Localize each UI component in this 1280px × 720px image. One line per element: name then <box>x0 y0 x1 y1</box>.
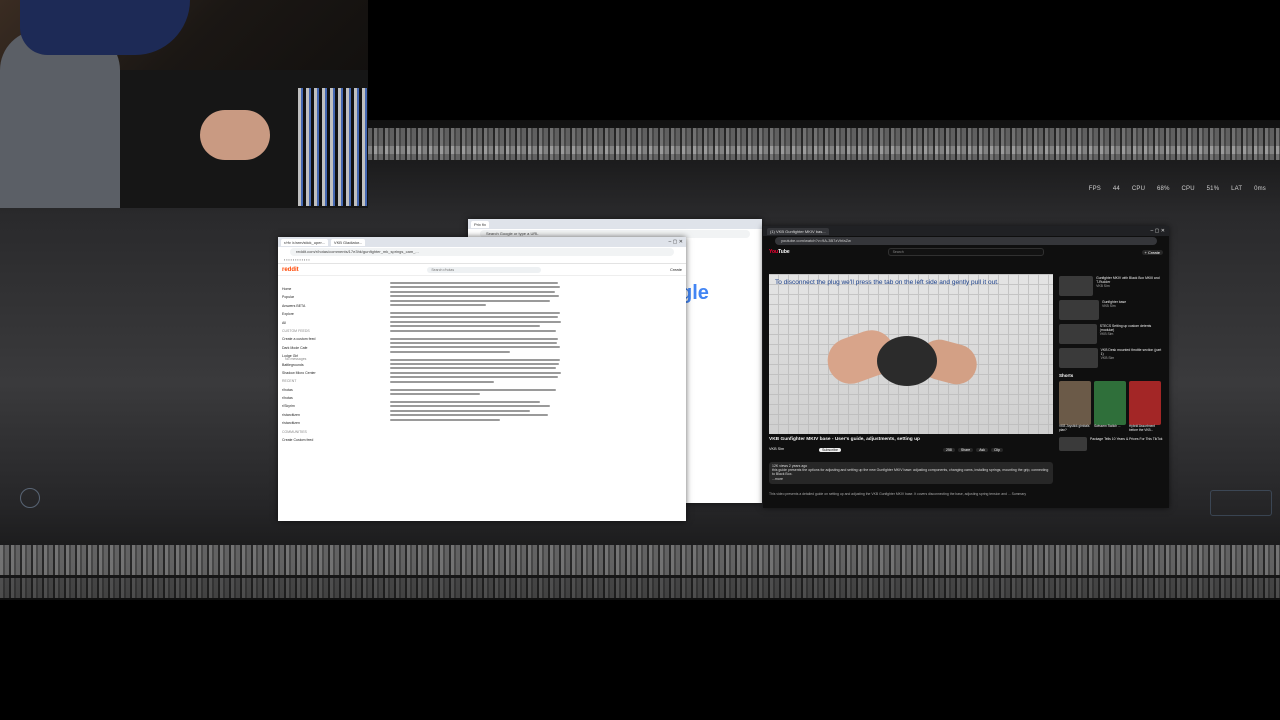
cpu-label: CPU <box>1131 186 1146 192</box>
rec-item[interactable]: Package Tells 10 Years & Prices For This… <box>1059 436 1163 459</box>
reddit-browser-window[interactable]: r/rfv /r/arm/stick_uper... VKB Gladiator… <box>278 237 686 521</box>
video-description[interactable]: 12K views 2 years ago this guide present… <box>769 462 1053 484</box>
video-title: VKB Gunfighter MKIV base - User's guide,… <box>769 437 920 442</box>
cpu-value: 68% <box>1157 186 1170 192</box>
joystick-base <box>877 336 937 386</box>
reddit-logo[interactable]: reddit <box>282 267 299 273</box>
lat-value: 0ms <box>1254 186 1266 192</box>
video-actions: 258 Share Ask Clip <box>943 448 1004 452</box>
nav-answers[interactable]: Answers BETA <box>282 302 342 310</box>
reddit-comment-thread <box>390 282 562 423</box>
cpu2-value: 51% <box>1206 186 1220 192</box>
reddit-header: reddit Search r/hotas Create <box>278 264 686 276</box>
person <box>0 30 120 208</box>
youtube-browser-window[interactable]: (1) VKB Gunfighter MKIV bas... – ▢ ✕ you… <box>763 226 1169 508</box>
fps-value: 44 <box>1112 186 1120 192</box>
short-item[interactable]: VKB Joystick gimbals plan? <box>1059 381 1091 433</box>
rec-item[interactable]: Gunfighter base VKB Sim <box>1059 300 1163 322</box>
create-custom-feed-link[interactable]: Create Custom feed <box>282 436 342 444</box>
rgb-keyboard <box>298 88 368 206</box>
clip-button[interactable]: Clip <box>991 448 1004 452</box>
tab-strip: r/rfv /r/arm/stick_uper... VKB Gladiator… <box>278 237 686 247</box>
ai-summary: This video presents a detailed guide on … <box>769 492 1027 496</box>
youtube-search-input[interactable]: Search <box>887 248 1044 256</box>
recent-item[interactable]: r/hotas <box>282 394 342 402</box>
tab-youtube[interactable]: (1) VKB Gunfighter MKIV bas... <box>767 227 829 235</box>
recent-item[interactable]: r/Skyrim <box>282 402 342 410</box>
nav-popular[interactable]: Popular <box>282 293 342 301</box>
hud-add-icon <box>20 488 40 508</box>
like-button[interactable]: 258 <box>943 448 955 452</box>
video-caption: To disconnect the plug we'll press the t… <box>775 279 999 286</box>
rec-thumbnail <box>1059 436 1087 451</box>
recent-item[interactable]: r/hotas <box>282 386 342 394</box>
share-button[interactable]: Share <box>957 448 974 452</box>
tab-strip: (1) VKB Gunfighter MKIV bas... – ▢ ✕ <box>763 226 1169 236</box>
bookmarks-bar: ▪ ▪ ▪ ▪ ▪ ▪ ▪ ▪ ▪ ▪ ▪ ▪ <box>278 257 686 264</box>
more-link[interactable]: ...more <box>772 477 1050 481</box>
section-recent[interactable]: Recent <box>282 377 342 385</box>
nav-explore[interactable]: Explore <box>282 310 342 318</box>
webcam-feed <box>0 0 368 208</box>
short-item[interactable]: Swissem Switch ... <box>1094 381 1126 433</box>
description-text: this guide presents the options for adju… <box>772 468 1049 477</box>
rec-item[interactable]: VKB Desk mounted throttle section (part … <box>1059 348 1163 370</box>
hands-with-joystick <box>200 110 270 160</box>
rec-thumbnail <box>1059 300 1099 320</box>
section-custom-feeds[interactable]: Custom feeds <box>282 327 342 335</box>
no-messages-label: No messages <box>285 357 307 361</box>
address-bar[interactable]: youtube.com/watch?v=9A-3B7zVhfaZw <box>775 237 1157 245</box>
beanie <box>20 0 190 55</box>
community-item[interactable]: Battlegrounds <box>282 361 342 369</box>
performance-overlay: FPS 44 CPU 68% CPU 51% LAT 0ms <box>1079 186 1266 192</box>
section-communities[interactable]: Communities <box>282 428 342 436</box>
nav-all[interactable]: All <box>282 319 342 327</box>
youtube-logo[interactable]: YouTube <box>769 249 790 255</box>
tab-vkb[interactable]: VKB Gladiator... <box>330 238 366 246</box>
create-button[interactable]: + Create <box>1141 249 1163 255</box>
cpu2-label: CPU <box>1181 186 1195 192</box>
channel-name[interactable]: VKB Sim <box>769 447 784 451</box>
tab-google[interactable]: Prix fix <box>471 220 489 228</box>
rec-item[interactable]: STECS Setting up custom detents (modular… <box>1059 324 1163 346</box>
reddit-sidebar: Home Popular Answers BETA Explore All Cu… <box>282 285 342 444</box>
youtube-header: YouTube Search + Create <box>763 246 1169 258</box>
community-item[interactable]: Shadow Micro Center <box>282 369 342 377</box>
nav-home[interactable]: Home <box>282 285 342 293</box>
glitch-band <box>0 545 1280 575</box>
shorts-heading: Shorts <box>1059 373 1074 378</box>
hud-panel <box>1210 490 1272 516</box>
reddit-search-input[interactable]: Search r/hotas <box>427 266 542 273</box>
rec-item[interactable]: Gunfighter MKIV with Black Box MKIII and… <box>1059 276 1163 298</box>
recent-item[interactable]: r/starcitizen <box>282 411 342 419</box>
address-bar[interactable]: reddit.com/r/hotas/comments/17e3hk/gunfi… <box>290 248 674 256</box>
create-button[interactable]: Create <box>670 267 682 272</box>
window-controls[interactable]: – ▢ ✕ <box>669 239 683 245</box>
short-item[interactable]: Hybrid Assortment before the VKB... <box>1129 381 1161 433</box>
fps-label: FPS <box>1088 186 1102 192</box>
window-controls[interactable]: – ▢ ✕ <box>1151 228 1165 234</box>
community-item[interactable]: Create a custom feed <box>282 335 342 343</box>
rec-thumbnail <box>1059 324 1097 344</box>
video-player[interactable]: To disconnect the plug we'll press the t… <box>769 274 1053 434</box>
tab-reddit[interactable]: r/rfv /r/arm/stick_uper... <box>281 238 328 246</box>
lat-label: LAT <box>1231 186 1243 192</box>
ask-button[interactable]: Ask <box>976 448 989 452</box>
recent-item[interactable]: r/starcitizen <box>282 419 342 427</box>
rec-thumbnail <box>1059 276 1094 296</box>
rec-thumbnail <box>1059 348 1098 368</box>
community-item[interactable]: Dark Mode Cafe <box>282 344 342 352</box>
subscribe-button[interactable]: Subscribe <box>819 448 841 452</box>
glitch-band <box>0 578 1280 598</box>
recommendations: Gunfighter MKIV with Black Box MKIII and… <box>1059 276 1163 461</box>
tab-strip: Prix fix <box>468 219 762 229</box>
shorts-row: VKB Joystick gimbals plan? Swissem Switc… <box>1059 381 1163 433</box>
